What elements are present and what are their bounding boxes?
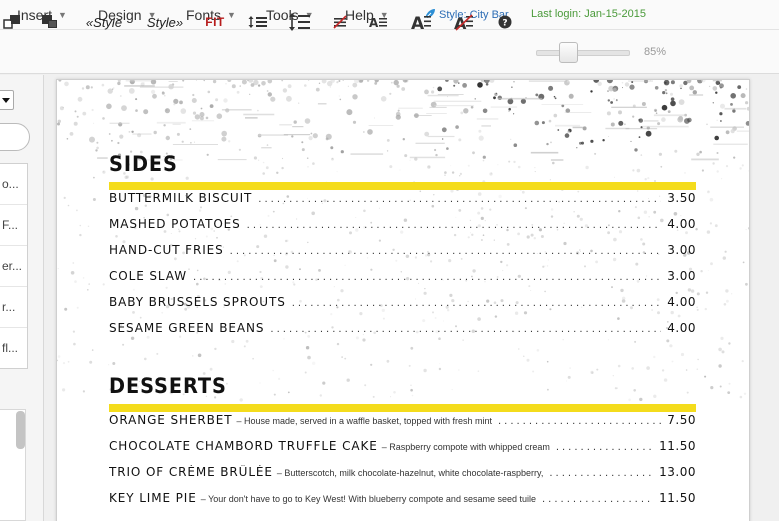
clear-spacing-button[interactable] — [330, 13, 350, 31]
send-backward-button[interactable] — [40, 13, 60, 31]
list-item[interactable]: o... — [0, 164, 27, 205]
workspace: SIDES BUTTERMILK BISCUIT................… — [45, 75, 779, 521]
menu-item-row[interactable]: MASHED POTATOES.........................… — [109, 217, 696, 235]
help-button[interactable]: ? — [497, 13, 513, 31]
zoom-slider-track[interactable] — [536, 50, 630, 56]
item-name: ORANGE SHERBET — [109, 413, 233, 427]
dot-leader: ........................................… — [229, 246, 662, 257]
item-price: 4.00 — [667, 321, 696, 335]
previous-style-button[interactable]: «Style — [82, 13, 126, 31]
line-spacing-button[interactable] — [247, 13, 269, 31]
small-text-icon: A — [369, 16, 387, 29]
svg-text:A: A — [411, 14, 425, 31]
clear-spacing-icon — [333, 15, 347, 29]
item-price: 3.00 — [667, 243, 696, 257]
svg-text:?: ? — [502, 19, 507, 29]
question-icon: ? — [498, 15, 512, 29]
left-panel: o... F... er... r... fl... — [0, 75, 44, 521]
dot-leader: ........................................… — [270, 324, 661, 335]
menu-item-row[interactable]: HAND-CUT FRIES..........................… — [109, 243, 696, 261]
item-price: 4.00 — [667, 295, 696, 309]
panel-search-input[interactable] — [0, 123, 30, 151]
item-description: – Butterscotch, milk chocolate-hazelnut,… — [276, 468, 544, 478]
item-price: 11.50 — [659, 439, 696, 453]
svg-text:A: A — [369, 16, 379, 29]
dot-leader: ........................................… — [497, 416, 661, 427]
bring-forward-icon — [3, 15, 20, 29]
bring-forward-button[interactable] — [2, 13, 22, 31]
item-description: – House made, served in a waffle basket,… — [236, 416, 492, 426]
caret-down-icon: ▼ — [227, 10, 236, 20]
dropdown-arrow-icon — [2, 98, 10, 103]
panel-list: o... F... er... r... fl... — [0, 163, 28, 369]
item-name: KEY LIME PIE — [109, 491, 197, 505]
dot-leader: ........................................… — [555, 442, 653, 453]
menu-item-row[interactable]: CHOCOLATE CHAMBORD TRUFFLE CAKE – Raspber… — [109, 439, 696, 457]
paragraph-spacing-button[interactable] — [289, 13, 311, 31]
last-login: Last login: Jan-15-2015 — [531, 8, 646, 20]
zoom-readout: 85% — [644, 46, 667, 58]
dot-leader: ........................................… — [291, 298, 662, 309]
item-description: – Raspberry compote with whipped cream — [381, 442, 550, 452]
section-title-desserts[interactable]: DESSERTS — [109, 374, 227, 398]
item-name: CHOCOLATE CHAMBORD TRUFFLE CAKE — [109, 439, 378, 453]
menu-item-row[interactable]: BUTTERMILK BISCUIT......................… — [109, 191, 696, 209]
section-title-sides[interactable]: SIDES — [109, 152, 178, 176]
item-price: 13.00 — [659, 465, 696, 479]
item-name: TRIO OF CRÈME BRÛLÉE — [109, 465, 273, 479]
large-text-button[interactable]: A — [410, 13, 434, 31]
list-item[interactable]: F... — [0, 205, 27, 246]
section-divider-bar — [109, 404, 696, 412]
list-item[interactable]: er... — [0, 246, 27, 287]
item-name: SESAME GREEN BEANS — [109, 321, 265, 335]
dot-leader: ........................................… — [549, 468, 653, 479]
section-divider-bar — [109, 182, 696, 190]
menu-item-row[interactable]: BABY BRUSSELS SPROUTS...................… — [109, 295, 696, 313]
reset-text-size-button[interactable]: A — [453, 13, 477, 31]
menu-item-row[interactable]: KEY LIME PIE – Your don't have to go to K… — [109, 491, 696, 509]
item-name: BABY BRUSSELS SPROUTS — [109, 295, 286, 309]
item-price: 4.00 — [667, 217, 696, 231]
item-name: COLE SLAW — [109, 269, 188, 283]
menu-item-row[interactable]: ORANGE SHERBET – House made, served in a … — [109, 413, 696, 431]
menu-page: SIDES BUTTERMILK BISCUIT................… — [56, 79, 750, 521]
item-price: 3.50 — [667, 191, 696, 205]
list-item[interactable]: r... — [0, 287, 27, 328]
dot-leader: ........................................… — [258, 194, 661, 205]
reset-text-size-icon: A — [454, 14, 473, 31]
item-price: 3.00 — [667, 269, 696, 283]
item-price: 7.50 — [667, 413, 696, 427]
menu-item-row[interactable]: TRIO OF CRÈME BRÛLÉE – Butterscotch, milk… — [109, 465, 696, 483]
item-name: MASHED POTATOES — [109, 217, 241, 231]
fit-button[interactable]: FIT — [204, 13, 226, 31]
dot-leader: ........................................… — [246, 220, 662, 231]
item-description: – Your don't have to go to Key West! Wit… — [200, 494, 536, 504]
list-item[interactable]: fl... — [0, 328, 27, 369]
dot-leader: ........................................… — [193, 272, 662, 283]
menu-item-row[interactable]: COLE SLAW...............................… — [109, 269, 696, 287]
large-text-icon: A — [411, 14, 431, 31]
line-spacing-icon — [248, 16, 267, 28]
panel-scrollbar-thumb[interactable] — [16, 411, 25, 449]
dot-leader: ........................................… — [541, 494, 654, 505]
item-name: BUTTERMILK BISCUIT — [109, 191, 253, 205]
item-price: 11.50 — [659, 491, 696, 505]
panel-select[interactable] — [0, 90, 14, 110]
small-text-button[interactable]: A — [368, 13, 390, 31]
zoom-slider-thumb[interactable] — [558, 42, 578, 63]
send-backward-icon — [42, 15, 57, 28]
paragraph-spacing-icon — [289, 13, 310, 31]
next-style-button[interactable]: Style» — [144, 13, 186, 31]
item-name: HAND-CUT FRIES — [109, 243, 224, 257]
menu-item-row[interactable]: SESAME GREEN BEANS......................… — [109, 321, 696, 339]
